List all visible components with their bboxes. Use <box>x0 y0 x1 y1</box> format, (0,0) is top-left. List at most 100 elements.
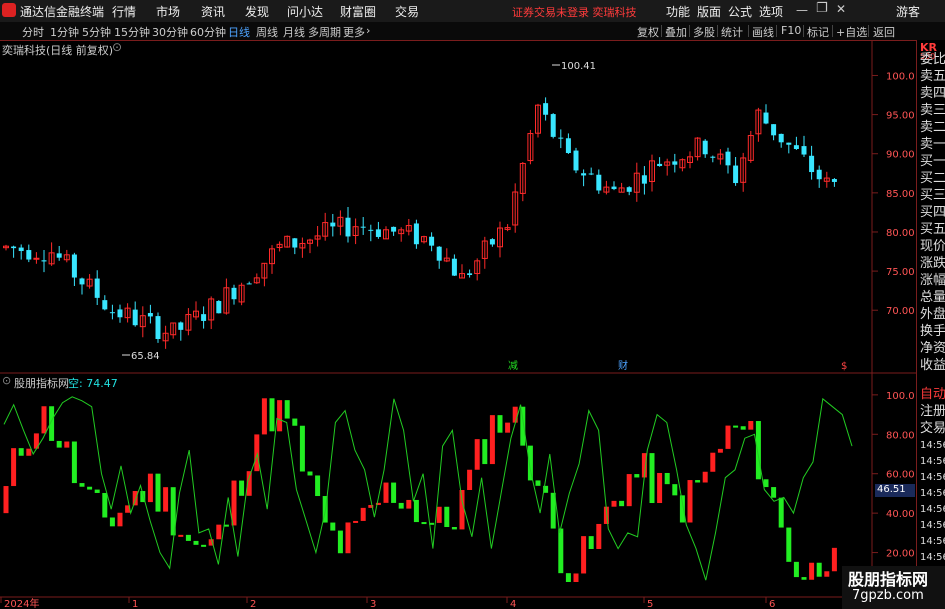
tool-add-watchlist[interactable]: +自选 <box>836 24 867 40</box>
indicator-bar <box>505 422 511 433</box>
indicator-bar <box>398 502 404 509</box>
candle-body <box>801 146 807 155</box>
tool-duogu[interactable]: 多股 <box>693 24 715 40</box>
watermark-url: 7gpzb.com <box>852 588 924 603</box>
candle-body <box>56 253 62 258</box>
period-1min[interactable]: 1分钟 <box>50 24 79 40</box>
indicator-bar <box>71 441 77 484</box>
menu-jiaoyi[interactable]: 交易 <box>395 3 419 20</box>
tool-back[interactable]: 返回 <box>873 24 895 40</box>
indicator-bar <box>307 471 313 476</box>
candle-body <box>672 161 678 165</box>
tool-fuquan[interactable]: 复权 <box>637 24 659 40</box>
indicator-bar <box>18 448 24 456</box>
event-mark[interactable]: 减 <box>508 360 518 372</box>
period-5min[interactable]: 5分钟 <box>82 24 111 40</box>
quote-item: 收益 <box>920 358 945 373</box>
candle-body <box>588 173 594 175</box>
restore-icon[interactable]: ❐ <box>816 1 828 16</box>
indicator-bar <box>573 573 579 582</box>
candle-body <box>778 133 784 143</box>
candle-body <box>702 140 708 155</box>
divider <box>832 25 833 37</box>
period-60min[interactable]: 60分钟 <box>190 24 226 40</box>
candle-body <box>725 151 731 166</box>
indicator-bar <box>527 445 533 481</box>
candle-body <box>18 247 24 252</box>
indicator-title[interactable]: 股朋指标网 <box>14 375 69 391</box>
candle-body <box>391 226 397 232</box>
indicator-tick-label: 20.00 <box>886 549 915 560</box>
candle-body <box>147 313 153 317</box>
indicator-bar <box>520 406 526 446</box>
candle-body <box>489 239 495 245</box>
divider <box>776 25 777 37</box>
menu-shichang[interactable]: 市场 <box>156 3 180 20</box>
candle-body <box>345 217 351 237</box>
candle-body <box>429 236 435 246</box>
indicator-bar <box>239 480 245 496</box>
menu-caifuquan[interactable]: 财富圈 <box>340 3 376 20</box>
close-icon[interactable]: ✕ <box>836 2 846 16</box>
tool-diejia[interactable]: 叠加 <box>665 24 687 40</box>
tool-tongji[interactable]: 统计 <box>721 24 743 40</box>
x-tick-label: 1 <box>132 599 138 609</box>
indicator-bar <box>56 440 62 448</box>
indicator-bar <box>657 472 663 504</box>
indicator-bar <box>695 480 701 483</box>
tool-biaoji[interactable]: 标记 <box>807 24 829 40</box>
indicator-tick-label: 60.00 <box>886 470 915 481</box>
period-multi[interactable]: 多周期 <box>308 24 341 40</box>
high-label: 100.41 <box>561 61 596 72</box>
indicator-bar <box>436 506 442 523</box>
indicator-bar <box>748 421 754 430</box>
period-15min[interactable]: 15分钟 <box>114 24 150 40</box>
indicator-bar <box>261 398 267 435</box>
period-monthly[interactable]: 月线 <box>283 24 305 40</box>
tool-huaxian[interactable]: 画线 <box>752 24 774 40</box>
period-weekly[interactable]: 周线 <box>256 24 278 40</box>
event-mark[interactable]: $ <box>841 361 847 372</box>
period-fenshi[interactable]: 分时 <box>22 24 44 40</box>
indicator-bar <box>763 479 769 488</box>
candle-body <box>436 246 442 261</box>
candle-body <box>413 223 419 245</box>
menu-gongshi[interactable]: 公式 <box>728 3 752 20</box>
indicator-bar <box>231 480 237 526</box>
candle-body <box>246 283 252 285</box>
divider <box>803 25 804 37</box>
low-label: 65.84 <box>131 351 160 362</box>
indicator-bar <box>467 469 473 490</box>
app-title: 通达信金融终端 <box>20 5 105 19</box>
candle-body <box>733 165 739 184</box>
event-mark[interactable]: 财 <box>618 359 628 372</box>
period-daily[interactable]: 日线 <box>228 24 250 40</box>
indicator-bar <box>132 491 138 506</box>
period-30min[interactable]: 30分钟 <box>152 24 188 40</box>
menu-xuanxiang[interactable]: 选项 <box>759 3 783 20</box>
menu-banmian[interactable]: 版面 <box>697 3 721 20</box>
indicator-value: 空: 74.47 <box>68 377 118 390</box>
chevron-right-icon[interactable]: › <box>366 24 370 37</box>
candle-body <box>216 301 222 314</box>
chart-canvas[interactable]: 100.0 95.00 90.00 85.00 80.00 75.00 70.00 100.… <box>0 40 916 609</box>
menu-faxian[interactable]: 发现 <box>245 3 269 20</box>
indicator-settings-icon[interactable]: ⊙ <box>2 374 11 387</box>
lower-item[interactable]: 交易 <box>920 417 945 436</box>
indicator-bar <box>740 426 746 430</box>
menu-gongneng[interactable]: 功能 <box>666 3 690 20</box>
menu-wenxiaoda[interactable]: 问小达 <box>287 3 323 20</box>
minimize-icon[interactable]: — <box>796 3 808 17</box>
menu-zixun[interactable]: 资讯 <box>201 3 225 20</box>
watermark-title: 股朋指标网 <box>848 570 929 589</box>
menu-hangqing[interactable]: 行情 <box>112 3 136 20</box>
login-notice[interactable]: 证券交易未登录 奕瑞科技 <box>512 4 637 20</box>
settings-circle-icon[interactable]: ⊙ <box>112 40 122 54</box>
tool-f10[interactable]: F10 <box>781 24 801 37</box>
indicator-tick-label: 40.00 <box>886 509 915 520</box>
guest-label[interactable]: 游客 <box>896 3 920 20</box>
indicator-bar <box>786 527 792 562</box>
indicator-bar <box>163 487 169 512</box>
period-more[interactable]: 更多 <box>343 24 365 40</box>
price-tick-label: 90.00 <box>886 150 915 161</box>
